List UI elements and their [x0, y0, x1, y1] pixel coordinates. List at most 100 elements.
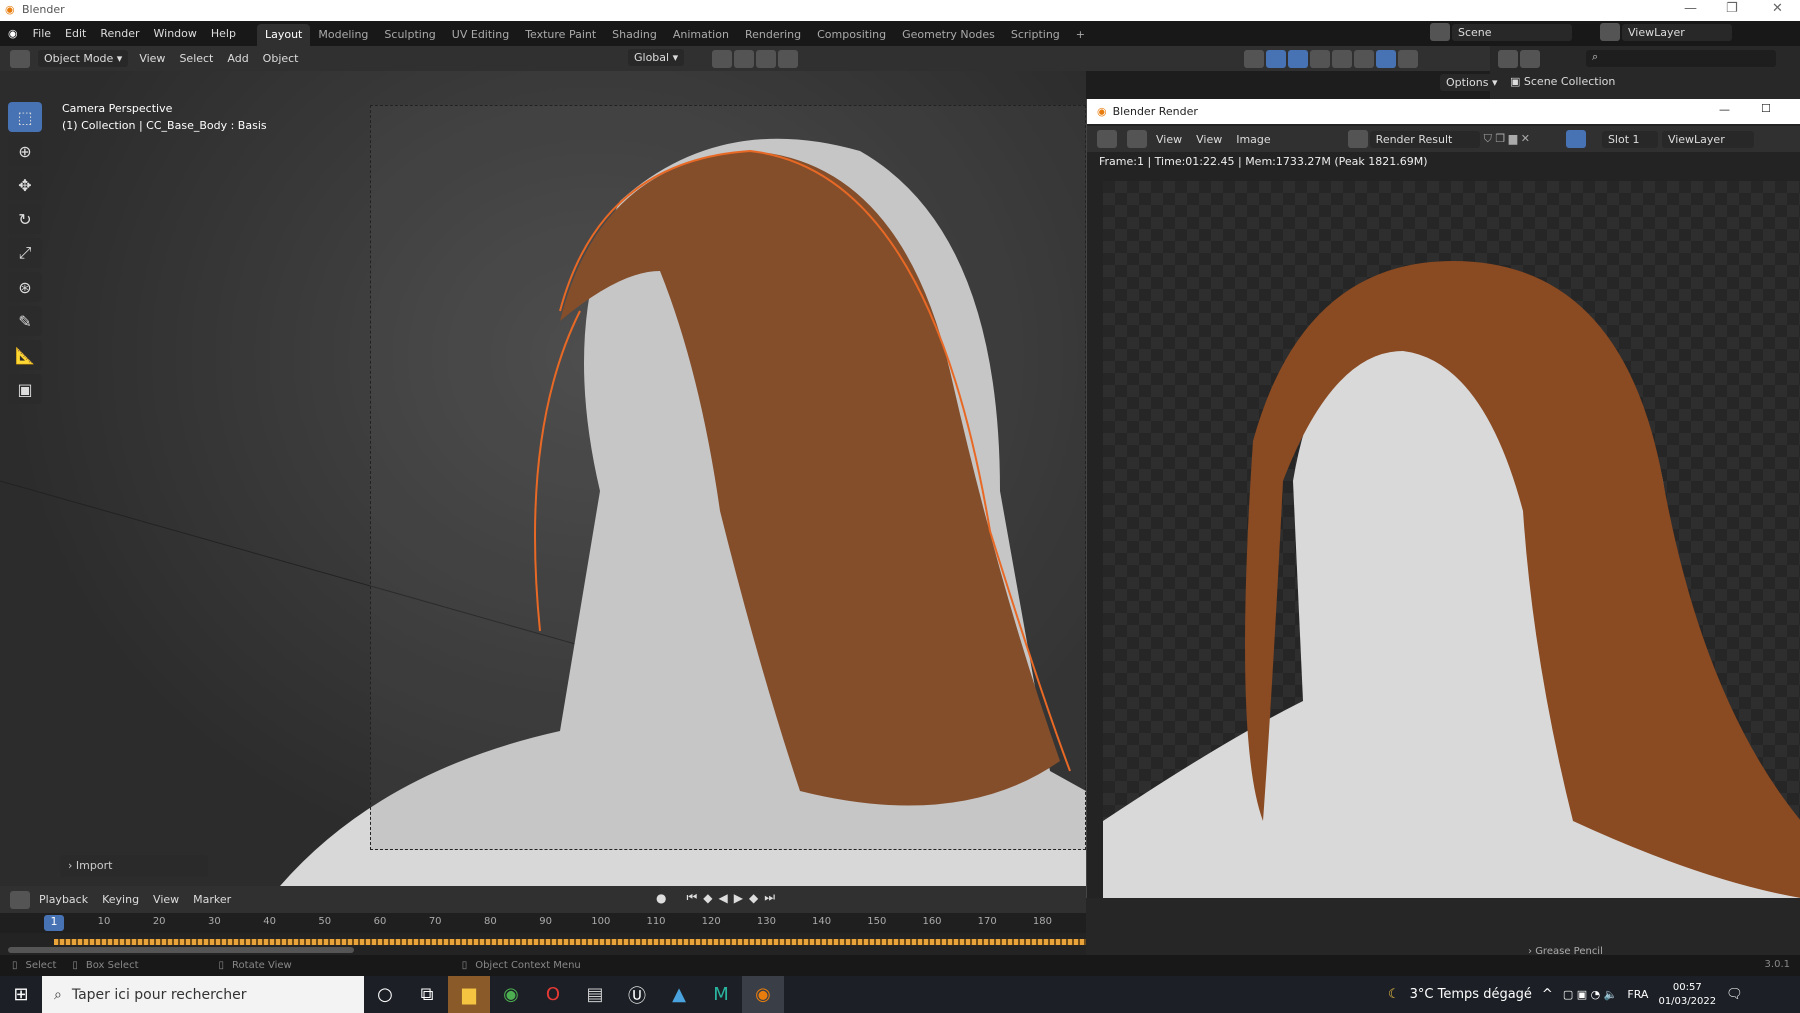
3d-viewport[interactable]: Camera Perspective (1) Collection | CC_B… — [0, 71, 1086, 886]
slot-selector[interactable]: Slot 1 — [1601, 130, 1658, 148]
overlay-icon[interactable] — [1288, 50, 1308, 68]
editor-type-icon[interactable] — [10, 49, 30, 68]
timeline-ruler[interactable]: 1 10 20 30 40 50 60 70 80 90 100 110 120 130 140 150 16… — [0, 913, 1086, 933]
tab-geometry-nodes[interactable]: Geometry Nodes — [894, 24, 1003, 46]
import-panel[interactable]: › Import — [60, 855, 208, 877]
material-shading-icon[interactable] — [1376, 50, 1396, 68]
close-button[interactable]: ✕ — [1772, 1, 1783, 16]
scene-collection-item[interactable]: ▣ Scene Collection — [1510, 75, 1615, 88]
browse-image-icon[interactable] — [1347, 130, 1368, 148]
add-workspace-button[interactable]: + — [1068, 24, 1093, 46]
tab-scripting[interactable]: Scripting — [1003, 24, 1068, 46]
blender-menu-icon[interactable]: ◉ — [0, 27, 26, 40]
render-view-layer-selector[interactable]: ViewLayer — [1661, 130, 1754, 148]
options-button[interactable]: Options ▾ — [1440, 74, 1504, 91]
app-icon[interactable]: ▤ — [574, 976, 616, 1013]
menu-add[interactable]: Add — [220, 46, 255, 71]
menu-render[interactable]: Render — [93, 21, 146, 46]
view-layer-icon[interactable] — [1600, 23, 1620, 41]
solid-shading-icon[interactable] — [1354, 50, 1374, 68]
snap-icon[interactable] — [734, 50, 754, 68]
menu-keying[interactable]: Keying — [95, 887, 146, 912]
tab-rendering[interactable]: Rendering — [737, 24, 809, 46]
rotate-tool-icon[interactable]: ↻ — [8, 204, 42, 234]
weather-text[interactable]: 3°C Temps dégagé — [1410, 987, 1532, 1002]
tab-modeling[interactable]: Modeling — [310, 24, 376, 46]
outliner-search-input[interactable]: ⌕ — [1586, 50, 1776, 67]
auto-keying-icon[interactable]: ● — [656, 891, 666, 905]
clock[interactable]: 00:57 01/03/2022 — [1658, 981, 1716, 1009]
image-actions[interactable]: ⛉ ❐ ▆ ✕ — [1484, 132, 1530, 146]
restore-button[interactable]: ❐ — [1726, 1, 1738, 16]
maya-icon[interactable]: M — [700, 976, 742, 1013]
menu-select[interactable]: Select — [172, 46, 220, 71]
current-frame-indicator[interactable]: 1 — [44, 915, 64, 931]
unreal-engine-icon[interactable]: Ⓤ — [616, 976, 658, 1013]
play-icon[interactable]: ▶ — [734, 891, 743, 905]
view-layer-selector[interactable]: ViewLayer — [1622, 23, 1732, 41]
menu-object[interactable]: Object — [256, 46, 306, 71]
taskbar-search-input[interactable]: ⌕ Taper ici pour rechercher — [42, 976, 364, 1013]
chrome-icon[interactable]: ◉ — [490, 976, 532, 1013]
tab-animation[interactable]: Animation — [665, 24, 737, 46]
cursor-tool-icon[interactable]: ⊕ — [8, 136, 42, 166]
menu-playback[interactable]: Playback — [32, 887, 95, 912]
language-indicator[interactable]: FRA — [1627, 988, 1648, 1001]
notifications-icon[interactable]: 🗨 — [1726, 987, 1743, 1002]
file-explorer-icon[interactable]: ▆ — [448, 976, 490, 1013]
display-mode-icon[interactable] — [1498, 50, 1518, 68]
move-tool-icon[interactable]: ✥ — [8, 170, 42, 200]
menu-edit[interactable]: Edit — [58, 21, 93, 46]
next-keyframe-icon[interactable]: ◆ — [749, 891, 758, 905]
select-box-tool-icon[interactable]: ⬚ — [8, 102, 42, 132]
tray-icons[interactable]: ▢ ▣ ◔ 🔈 — [1563, 988, 1618, 1001]
editor-type-icon[interactable] — [10, 890, 30, 909]
menu-marker[interactable]: Marker — [186, 887, 238, 912]
photos-icon[interactable]: ▲ — [658, 976, 700, 1013]
minimize-button[interactable]: — — [1684, 1, 1697, 16]
menu-image[interactable]: Image — [1229, 127, 1277, 152]
menu-help[interactable]: Help — [204, 21, 243, 46]
overlay-icon[interactable] — [1565, 130, 1586, 148]
minimize-button[interactable]: — — [1719, 103, 1730, 116]
menu-window[interactable]: Window — [147, 21, 204, 46]
tab-sculpting[interactable]: Sculpting — [376, 24, 443, 46]
task-view-icon[interactable]: ⧉ — [406, 976, 448, 1013]
menu-view[interactable]: View — [132, 46, 172, 71]
view-mode-icon[interactable] — [1127, 130, 1147, 148]
prev-keyframe-icon[interactable]: ◆ — [703, 891, 712, 905]
maximize-button[interactable]: ☐ — [1761, 102, 1771, 115]
tab-compositing[interactable]: Compositing — [809, 24, 894, 46]
mode-selector[interactable]: Object Mode ▾ — [38, 50, 129, 67]
tab-shading[interactable]: Shading — [604, 24, 665, 46]
blender-taskbar-icon[interactable]: ◉ — [742, 976, 784, 1013]
proportional-edit-icon[interactable] — [778, 50, 798, 68]
view-dropdown[interactable]: View — [1149, 127, 1189, 152]
menu-view[interactable]: View — [1189, 127, 1229, 152]
windows-start-icon[interactable]: ⊞ — [0, 976, 42, 1013]
image-name-field[interactable]: Render Result — [1369, 130, 1480, 148]
editor-type-icon[interactable] — [1097, 130, 1117, 148]
menu-view[interactable]: View — [146, 887, 186, 912]
snap-target-icon[interactable] — [756, 50, 776, 68]
xray-icon[interactable] — [1310, 50, 1330, 68]
transform-tool-icon[interactable]: ⊛ — [8, 272, 42, 302]
add-cube-tool-icon[interactable]: ▣ — [8, 374, 42, 404]
menu-file[interactable]: File — [26, 21, 58, 46]
play-reverse-icon[interactable]: ◀ — [719, 891, 728, 905]
visibility-icon[interactable] — [1244, 50, 1264, 68]
jump-start-icon[interactable]: ⏮ — [686, 890, 697, 905]
jump-end-icon[interactable]: ⏭ — [764, 890, 775, 905]
tray-chevron-icon[interactable]: ^ — [1542, 987, 1553, 1002]
pivot-icon[interactable] — [712, 50, 732, 68]
tab-texture-paint[interactable]: Texture Paint — [517, 24, 604, 46]
wireframe-shading-icon[interactable] — [1332, 50, 1352, 68]
annotate-tool-icon[interactable]: ✎ — [8, 306, 42, 336]
opera-icon[interactable]: O — [532, 976, 574, 1013]
tab-layout[interactable]: Layout — [256, 24, 311, 46]
timeline-scrollbar[interactable] — [8, 947, 354, 953]
scale-tool-icon[interactable]: ⤢ — [8, 238, 42, 268]
scene-selector[interactable]: Scene — [1452, 23, 1572, 41]
filter-view-icon[interactable] — [1520, 50, 1540, 68]
measure-tool-icon[interactable]: 📐 — [8, 340, 42, 370]
